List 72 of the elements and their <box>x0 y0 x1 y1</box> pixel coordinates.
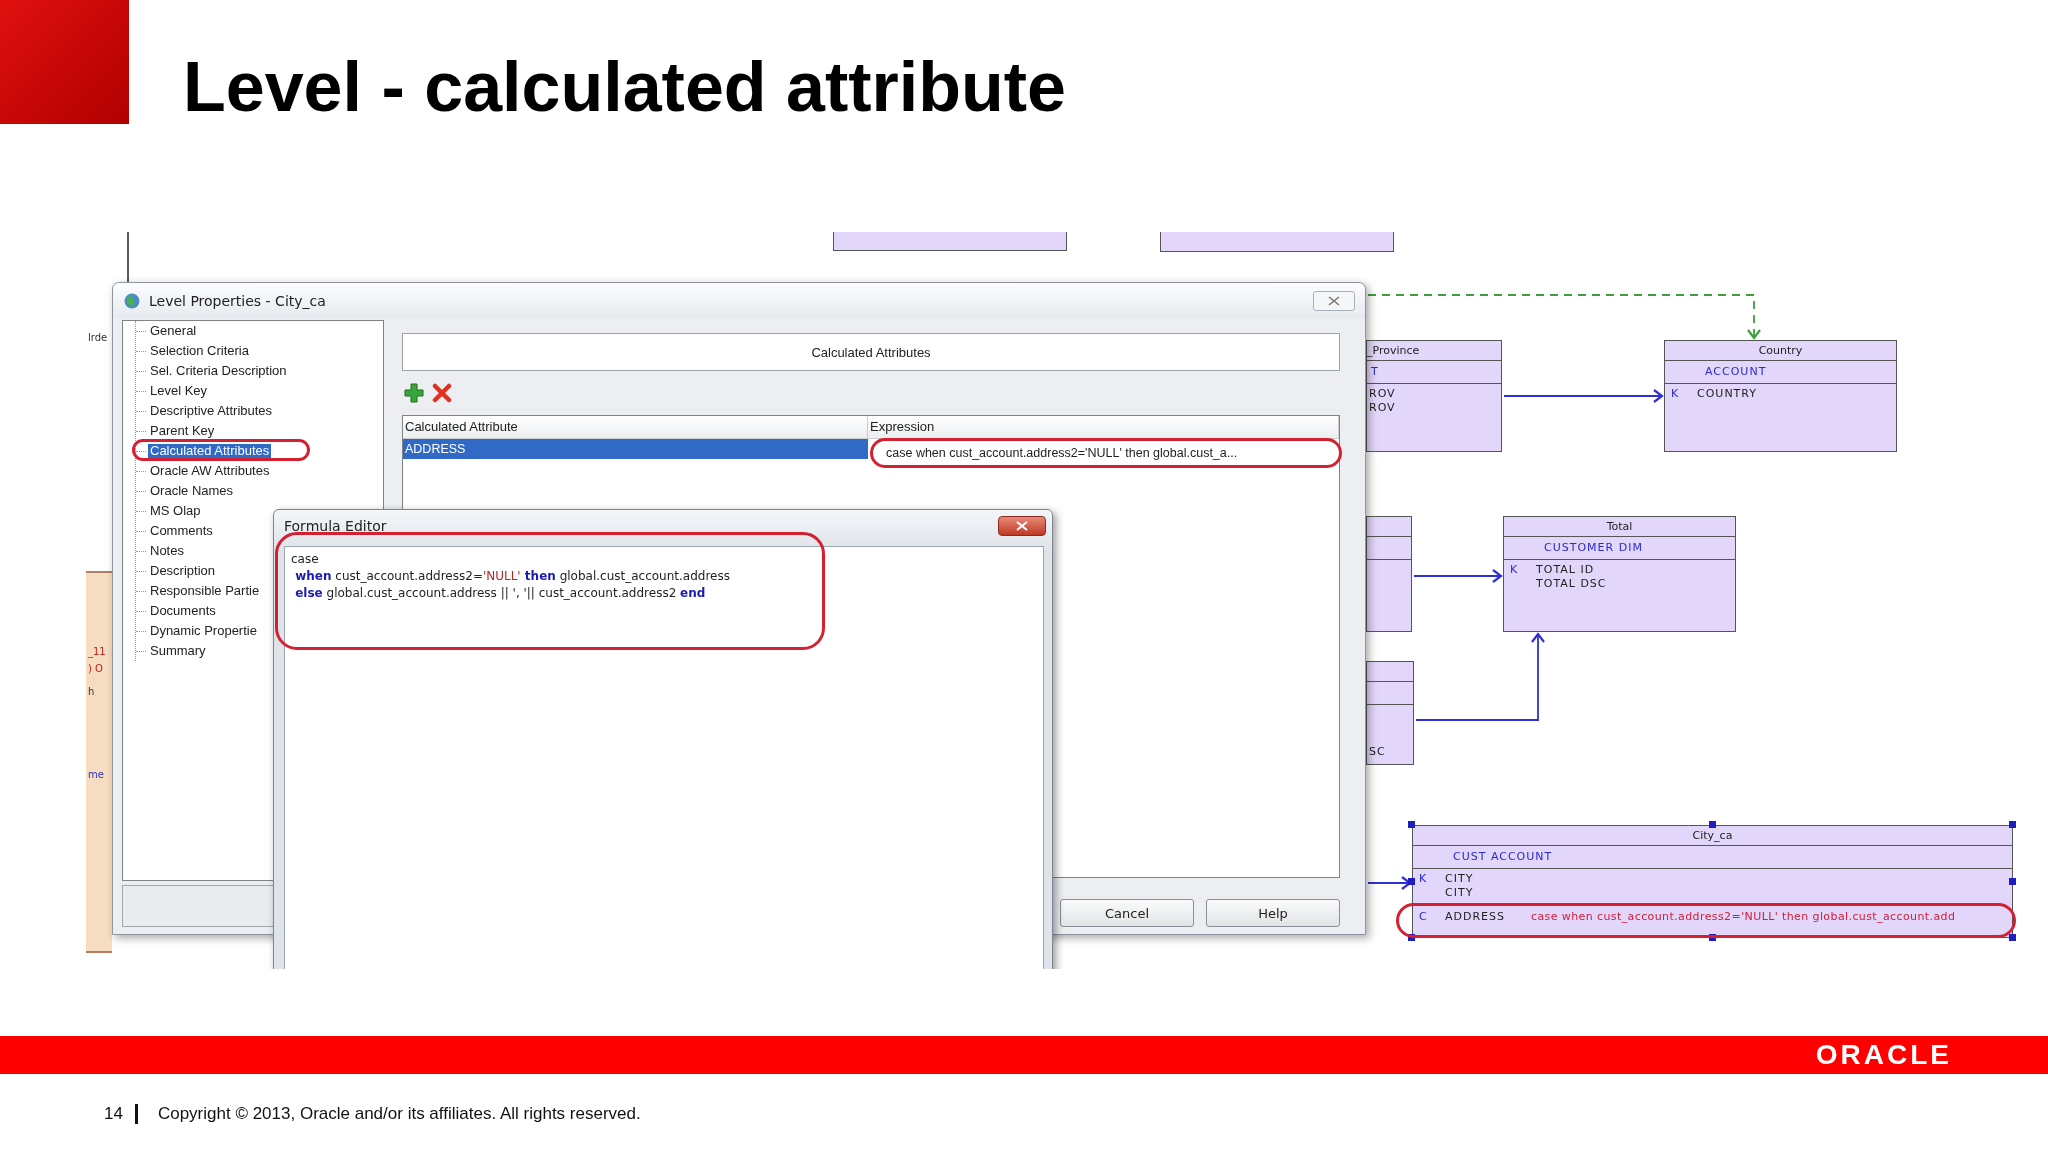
copyright-text: Copyright © 2013, Oracle and/or its affiliates. All rights reserved. <box>157 1104 641 1124</box>
attribute-name: TOTAL ID <box>1536 563 1595 577</box>
text-fragment: _11 <box>88 646 106 657</box>
tree-item[interactable]: Calculated Attributes <box>148 444 272 458</box>
formula-field[interactable]: case when cust_account.address2='NULL' then global.cust_account.address else global.cust_account.address || ', '|| cust_account.address2 end <box>284 546 1044 969</box>
selection-handle[interactable] <box>1408 877 1415 885</box>
selection-handle[interactable] <box>2009 821 2016 828</box>
table-cell[interactable]: ADDRESS <box>403 439 868 459</box>
add-icon[interactable] <box>404 383 424 403</box>
entity-subtitle: CUST ACCOUNT <box>1453 850 1553 863</box>
text-fragment: h <box>88 686 95 697</box>
column-header[interactable]: Calculated Attribute <box>403 416 868 438</box>
selection-handle[interactable] <box>1708 821 1716 828</box>
entity-title: Total <box>1606 520 1633 533</box>
tree-item[interactable]: Description <box>148 564 218 578</box>
tree-item[interactable]: Selection Criteria <box>148 344 251 358</box>
key-marker: K <box>1510 563 1518 576</box>
close-icon <box>1328 295 1340 306</box>
attribute-name: ROV <box>1369 401 1396 415</box>
key-marker: C <box>1419 910 1427 923</box>
dialog-button[interactable]: Help <box>1206 899 1340 927</box>
close-button[interactable] <box>998 516 1046 536</box>
tree-item[interactable]: Parent Key <box>148 424 217 438</box>
entity-subtitle: T <box>1371 365 1379 378</box>
close-icon <box>1016 521 1028 531</box>
table-cell: case when cust_account.address2='NULL' then global.cust_a... <box>886 445 1238 461</box>
page-number: 14 <box>104 1104 123 1124</box>
selection-handle[interactable] <box>2009 934 2016 941</box>
selection-handle[interactable] <box>1408 821 1415 828</box>
selection-handle[interactable] <box>1408 934 1415 941</box>
key-marker: K <box>1419 872 1427 885</box>
tree-item[interactable]: Level Key <box>148 384 210 398</box>
attribute-name: ADDRESS <box>1445 910 1506 924</box>
text-fragment: me <box>88 769 104 780</box>
tree-item[interactable]: Dynamic Propertie <box>148 624 259 638</box>
tree-item[interactable]: Descriptive Attributes <box>148 404 275 418</box>
text-fragment: lrde <box>88 332 108 343</box>
entity-subtitle: CUSTOMER DIM <box>1544 541 1643 554</box>
tree-item[interactable]: Documents <box>148 604 218 618</box>
column-header[interactable]: Expression <box>868 416 1339 438</box>
tree-item[interactable]: Oracle Names <box>148 484 236 498</box>
selection-handle[interactable] <box>2009 877 2016 885</box>
attribute-name: SC <box>1369 745 1386 759</box>
attribute-expression: case when cust_account.address2='NULL' then global.cust_account.add <box>1531 910 1956 924</box>
dialog-title: Level Properties - City_ca <box>149 292 326 309</box>
attribute-name: TOTAL DSC <box>1536 577 1607 591</box>
key-marker: K <box>1671 387 1679 400</box>
dialog-button[interactable]: Cancel <box>1060 899 1194 927</box>
text-fragment: ) O <box>88 663 103 674</box>
attribute-name: CITY <box>1445 886 1474 900</box>
globe-icon <box>123 291 141 310</box>
tree-item[interactable]: Oracle AW Attributes <box>148 464 272 478</box>
slide-title: Level - calculated attribute <box>183 52 1067 122</box>
connector-line <box>127 232 129 283</box>
delete-icon[interactable] <box>432 383 452 403</box>
panel-header: Calculated Attributes <box>402 333 1340 371</box>
logo-text: ORACLE <box>1815 1039 1952 1071</box>
entity-title: _Province <box>1367 344 1420 357</box>
tree-item[interactable]: MS Olap <box>148 504 203 518</box>
tree-item[interactable]: Notes <box>148 544 186 558</box>
entity-title: Country <box>1758 344 1803 357</box>
attribute-name: COUNTRY <box>1697 387 1757 401</box>
tree-item[interactable]: General <box>148 324 199 338</box>
attribute-name: CITY <box>1445 872 1474 886</box>
entity-title: City_ca <box>1692 829 1733 842</box>
window-title: Formula Editor <box>284 518 387 534</box>
tree-item[interactable]: Sel. Criteria Description <box>148 364 289 378</box>
tree-item[interactable]: Comments <box>148 524 215 538</box>
tree-item[interactable]: Responsible Partie <box>148 584 262 598</box>
attribute-name: ROV <box>1369 387 1396 401</box>
tree-item[interactable]: Summary <box>148 644 208 658</box>
entity-subtitle: ACCOUNT <box>1705 365 1767 378</box>
